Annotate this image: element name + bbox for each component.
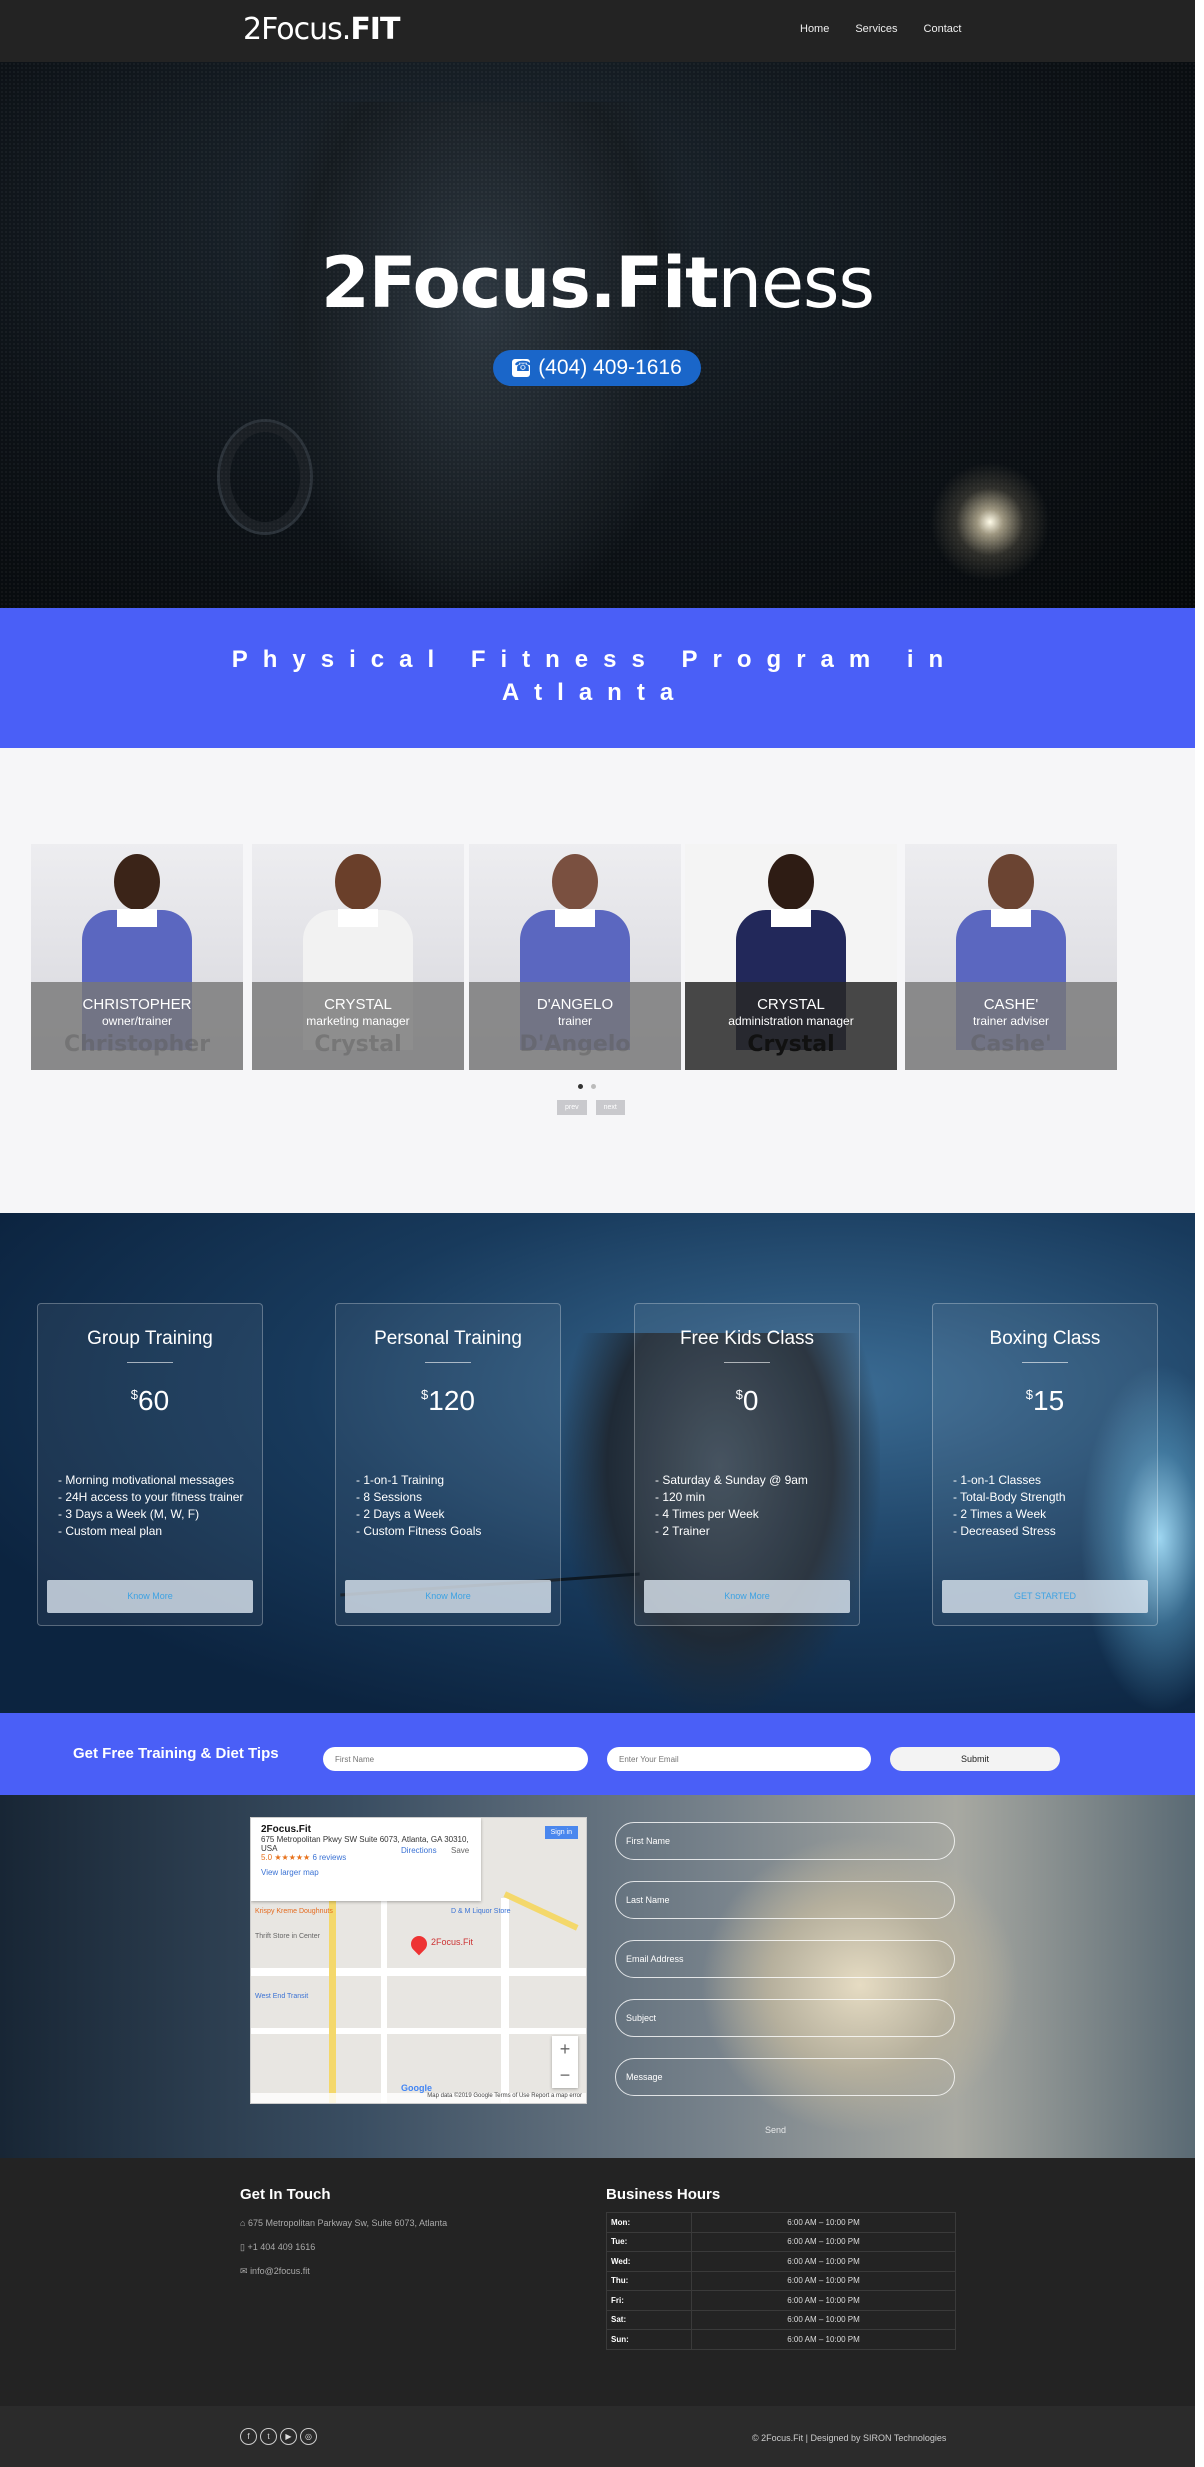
get-started-button[interactable]: GET STARTED [942, 1580, 1148, 1613]
email-field[interactable]: Email Address [615, 1940, 955, 1978]
plan-title: Personal Training [374, 1328, 522, 1349]
navbar: 2Focus.FIT Home Services Contact [0, 0, 1195, 62]
carousel-dot[interactable] [578, 1084, 583, 1089]
know-more-button[interactable]: Know More [47, 1580, 253, 1613]
banner-text: Physical Fitness Program in Atlanta [231, 646, 959, 706]
instagram-icon[interactable]: ◎ [300, 2428, 317, 2445]
plan-features: - Morning motivational messages - 24H acc… [58, 1473, 244, 1538]
pricing-section: Group Training $60 - Morning motivationa… [0, 1213, 1195, 1713]
plan-card: Boxing Class $15 - 1-on-1 Classes - Total… [932, 1303, 1158, 1626]
plan-card: Free Kids Class $0 - Saturday & Sunday @… [634, 1303, 860, 1626]
team-card[interactable]: CRYSTAL marketing manager Crystal [252, 844, 464, 1070]
carousel-prev-button[interactable]: prev [557, 1100, 587, 1115]
team-card[interactable]: CHRISTOPHER owner/trainer Christopher [31, 844, 243, 1070]
facebook-icon[interactable]: f [240, 2428, 257, 2445]
table-row: Wed: 6:00 AM – 10:00 PM [606, 2251, 956, 2272]
nav-contact[interactable]: Contact [924, 23, 962, 35]
social-links: f t ▶ ◎ [240, 2428, 317, 2445]
save-link[interactable]: Save [451, 1846, 469, 1855]
copyright: © 2Focus.Fit | Designed by SIRON Technol… [752, 2433, 947, 2443]
logo[interactable]: 2Focus.FIT [243, 12, 400, 47]
first-name-input[interactable] [323, 1747, 588, 1771]
footer-phone[interactable]: ▯ +1 404 409 1616 [240, 2242, 315, 2253]
plan-price: $120 [421, 1385, 475, 1416]
hero-title: 2Focus.Fitness [320, 242, 875, 324]
program-banner: Physical Fitness Program in Atlanta [0, 608, 1195, 748]
plan-title: Free Kids Class [679, 1328, 815, 1349]
view-larger-map-link[interactable]: View larger map [261, 1868, 471, 1877]
map-zoom-control[interactable]: + − [552, 2036, 578, 2088]
map-signin-button[interactable]: Sign in [544, 1826, 578, 1839]
directions-link[interactable]: Directions [401, 1846, 437, 1855]
table-row: Tue: 6:00 AM – 10:00 PM [606, 2231, 956, 2252]
hero: 2Focus.Fitness (404) 409-1616 [0, 62, 1195, 608]
footer: Get In Touch ⌂ 675 Metropolitan Parkway … [0, 2158, 1195, 2406]
table-row: Sun: 6:00 AM – 10:00 PM [606, 2329, 956, 2350]
subject-field[interactable]: Subject [615, 1999, 955, 2037]
carousel-dot[interactable] [591, 1084, 596, 1089]
email-input[interactable] [607, 1747, 871, 1771]
nav-services[interactable]: Services [855, 23, 897, 35]
table-row: Thu: 6:00 AM – 10:00 PM [606, 2270, 956, 2291]
plan-card: Group Training $60 - Morning motivationa… [37, 1303, 263, 1626]
plan-price: $15 [1025, 1385, 1065, 1416]
footer-address: ⌂ 675 Metropolitan Parkway Sw, Suite 607… [240, 2218, 448, 2228]
table-row: Fri: 6:00 AM – 10:00 PM [606, 2290, 956, 2311]
submit-button[interactable]: Submit [890, 1747, 1060, 1771]
contact-section: 2Focus.Fit 675 Metropolitan Pkwy SW Suit… [0, 1795, 1195, 2158]
team-carousel: CHRISTOPHER owner/trainer Christopher CRYS… [0, 748, 1195, 1213]
team-card[interactable]: D'ANGELO trainer D'Angelo [469, 844, 681, 1070]
carousel-dots [578, 1084, 596, 1089]
plan-title: Boxing Class [989, 1328, 1101, 1349]
plan-features: - 1-on-1 Classes - Total-Body Strength - 2… [953, 1473, 1066, 1538]
table-row: Mon: 6:00 AM – 10:00 PM [606, 2212, 956, 2233]
plan-price: $0 [735, 1385, 759, 1416]
first-name-field[interactable]: First Name [615, 1822, 955, 1860]
nav-home[interactable]: Home [800, 23, 829, 35]
home-icon: ⌂ [240, 2218, 246, 2228]
bottom-bar: f t ▶ ◎ © 2Focus.Fit | Designed by SIRON… [0, 2406, 1195, 2467]
twitter-icon[interactable]: t [260, 2428, 277, 2445]
carousel-pager: prev next [557, 1100, 625, 1115]
team-card[interactable]: CRYSTAL administration manager Crystal [685, 844, 897, 1070]
mail-icon: ✉ [240, 2266, 248, 2276]
plan-card: Personal Training $120 - 1-on-1 Training… [335, 1303, 561, 1626]
hours-table: Mon: 6:00 AM – 10:00 PM Tue: 6:00 AM – 10:… [606, 2212, 956, 2350]
google-map[interactable]: 2Focus.Fit 675 Metropolitan Pkwy SW Suit… [250, 1817, 587, 2104]
phone-button[interactable]: (404) 409-1616 [493, 350, 701, 386]
footer-email[interactable]: ✉ info@2focus.fit [240, 2266, 310, 2277]
map-pin-icon[interactable] [407, 1932, 431, 1956]
zoom-in-icon[interactable]: + [552, 2036, 578, 2062]
send-button[interactable]: Send [765, 2125, 786, 2135]
plan-features: - Saturday & Sunday @ 9am - 120 min - 4 Ti… [655, 1473, 808, 1538]
business-hours-title: Business Hours [606, 2186, 721, 2203]
newsletter-bar: Get Free Training & Diet Tips Submit [0, 1713, 1195, 1795]
nav-links: Home Services Contact [800, 23, 961, 35]
team-card[interactable]: CASHE' trainer adviser Cashe' [905, 844, 1117, 1070]
message-field[interactable]: Message [615, 2058, 955, 2096]
table-row: Sat: 6:00 AM – 10:00 PM [606, 2309, 956, 2330]
plan-features: - 1-on-1 Training - 8 Sessions - 2 Days a … [356, 1473, 482, 1538]
know-more-button[interactable]: Know More [345, 1580, 551, 1613]
plan-price: $60 [130, 1385, 170, 1416]
carousel-next-button[interactable]: next [595, 1100, 625, 1115]
last-name-field[interactable]: Last Name [615, 1881, 955, 1919]
mobile-icon: ▯ [240, 2242, 245, 2252]
youtube-icon[interactable]: ▶ [280, 2428, 297, 2445]
phone-icon [512, 358, 532, 377]
page: 2Focus.FIT Home Services Contact 2Focus.… [0, 0, 1204, 2467]
newsletter-label: Get Free Training & Diet Tips [73, 1745, 279, 1762]
zoom-out-icon[interactable]: − [552, 2062, 578, 2088]
map-info-card: 2Focus.Fit 675 Metropolitan Pkwy SW Suit… [251, 1818, 481, 1901]
plan-title: Group Training [87, 1328, 213, 1349]
know-more-button[interactable]: Know More [644, 1580, 850, 1613]
get-in-touch-title: Get In Touch [240, 2186, 331, 2203]
